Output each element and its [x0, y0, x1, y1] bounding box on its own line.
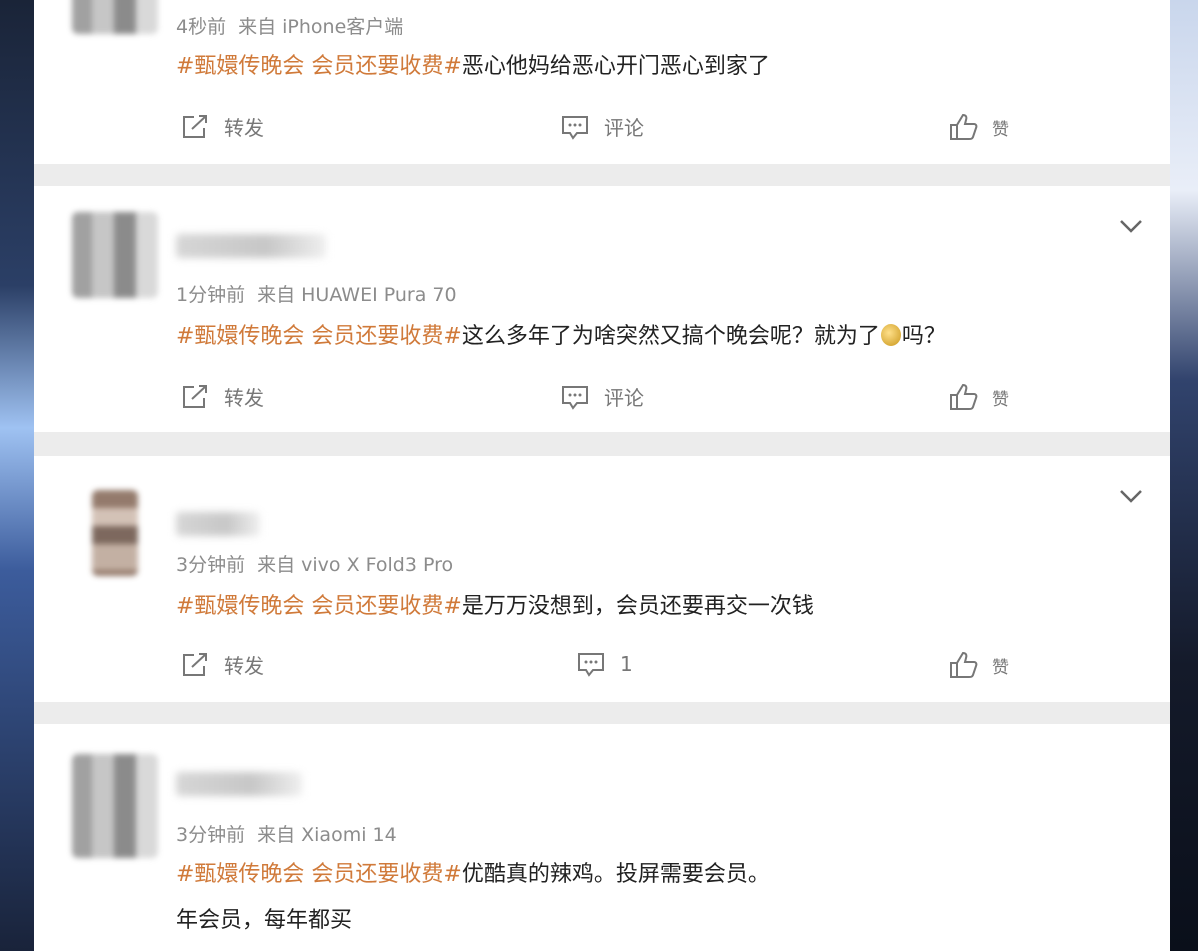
- comment-button[interactable]: 1: [576, 650, 633, 678]
- like-label: 赞: [992, 657, 1009, 678]
- post-text: 恶心他妈给恶心开门恶心到家了: [461, 54, 770, 79]
- username[interactable]: [176, 772, 302, 796]
- avatar[interactable]: [72, 0, 158, 34]
- comment-icon: [578, 653, 604, 677]
- chevron-down-icon[interactable]: [1118, 216, 1144, 236]
- repost-label: 转发: [224, 116, 264, 140]
- like-button[interactable]: 赞: [948, 112, 1009, 142]
- background-left: [0, 0, 34, 951]
- post-meta: 1分钟前 来自 HUAWEI Pura 70: [176, 280, 469, 307]
- post-time: 3分钟前: [176, 824, 246, 846]
- username[interactable]: [176, 234, 326, 258]
- action-bar: 转发 评论 赞: [34, 112, 1170, 152]
- hashtag-link[interactable]: #甄嬛传晚会 会员还要收费#: [176, 324, 462, 349]
- comment-count: 1: [620, 652, 633, 676]
- repost-label: 转发: [224, 386, 264, 410]
- comment-icon: [562, 115, 588, 140]
- post-text: 优酷真的辣鸡。投屏需要会员。: [461, 862, 770, 887]
- repost-icon: [183, 652, 207, 676]
- comment-button[interactable]: 评论: [560, 112, 644, 141]
- post-content: #甄嬛传晚会 会员还要收费#优酷真的辣鸡。投屏需要会员。: [176, 856, 770, 888]
- post-time: 3分钟前: [176, 554, 246, 576]
- post-source: 来自 iPhone客户端: [238, 16, 404, 38]
- like-button[interactable]: 赞: [948, 650, 1009, 680]
- post-text-line2: 年会员，每年都买: [176, 908, 353, 933]
- post-source: 来自 vivo X Fold3 Pro: [257, 554, 454, 576]
- post-time: 4秒前: [176, 16, 227, 38]
- post-text: 是万万没想到，会员还要再交一次钱: [461, 594, 814, 619]
- post-content: #甄嬛传晚会 会员还要收费#是万万没想到，会员还要再交一次钱: [176, 588, 814, 620]
- repost-button[interactable]: 转发: [180, 650, 264, 679]
- post-time: 1分钟前: [176, 284, 246, 306]
- avatar[interactable]: [92, 490, 138, 576]
- post-content: #甄嬛传晚会 会员还要收费#这么多年了为啥突然又搞个晚会呢？就为了 吗？: [176, 318, 946, 350]
- thumbs-up-icon: [950, 113, 978, 140]
- repost-button[interactable]: 转发: [180, 382, 264, 411]
- repost-icon: [183, 114, 207, 138]
- money-bag-icon: [880, 324, 901, 346]
- post-meta: 3分钟前 来自 vivo X Fold3 Pro: [176, 550, 465, 577]
- thumbs-up-icon: [950, 383, 978, 410]
- thumbs-up-icon: [950, 651, 978, 678]
- action-bar: 转发 评论 赞: [34, 382, 1170, 422]
- like-button[interactable]: 赞: [948, 382, 1009, 412]
- avatar[interactable]: [72, 212, 158, 298]
- comment-icon: [562, 385, 588, 410]
- hashtag-link[interactable]: #甄嬛传晚会 会员还要收费#: [176, 862, 462, 887]
- hashtag-link[interactable]: #甄嬛传晚会 会员还要收费#: [176, 54, 462, 79]
- post-card: 3分钟前 来自 vivo X Fold3 Pro #甄嬛传晚会 会员还要收费#是万…: [34, 456, 1170, 702]
- background-right: [1170, 0, 1198, 951]
- post-meta: 4秒前 来自 iPhone客户端: [176, 12, 415, 39]
- repost-icon: [183, 384, 207, 408]
- repost-button[interactable]: 转发: [180, 112, 264, 141]
- like-label: 赞: [992, 119, 1009, 140]
- post-card: 3分钟前 来自 Xiaomi 14 #甄嬛传晚会 会员还要收费#优酷真的辣鸡。投屏…: [34, 724, 1170, 951]
- post-source: 来自 HUAWEI Pura 70: [257, 284, 457, 306]
- comment-button[interactable]: 评论: [560, 382, 644, 411]
- action-bar: 转发 1 赞: [34, 650, 1170, 690]
- hashtag-link[interactable]: #甄嬛传晚会 会员还要收费#: [176, 594, 462, 619]
- repost-label: 转发: [224, 654, 264, 678]
- post-card: 1分钟前 来自 HUAWEI Pura 70 #甄嬛传晚会 会员还要收费#这么多年…: [34, 186, 1170, 432]
- post-source: 来自 Xiaomi 14: [257, 824, 397, 846]
- weibo-feed: 4秒前 来自 iPhone客户端 #甄嬛传晚会 会员还要收费#恶心他妈给恶心开门恶…: [34, 0, 1170, 951]
- post-meta: 3分钟前 来自 Xiaomi 14: [176, 820, 409, 847]
- post-content: #甄嬛传晚会 会员还要收费#恶心他妈给恶心开门恶心到家了: [176, 48, 770, 80]
- username[interactable]: [176, 512, 260, 536]
- like-label: 赞: [992, 389, 1009, 410]
- comment-label: 评论: [604, 386, 644, 410]
- avatar[interactable]: [72, 754, 158, 858]
- post-text-end: 吗？: [901, 324, 946, 349]
- post-text: 这么多年了为啥突然又搞个晚会呢？就为了: [461, 324, 880, 349]
- post-card: 4秒前 来自 iPhone客户端 #甄嬛传晚会 会员还要收费#恶心他妈给恶心开门恶…: [34, 0, 1170, 164]
- chevron-down-icon[interactable]: [1118, 486, 1144, 506]
- comment-label: 评论: [604, 116, 644, 140]
